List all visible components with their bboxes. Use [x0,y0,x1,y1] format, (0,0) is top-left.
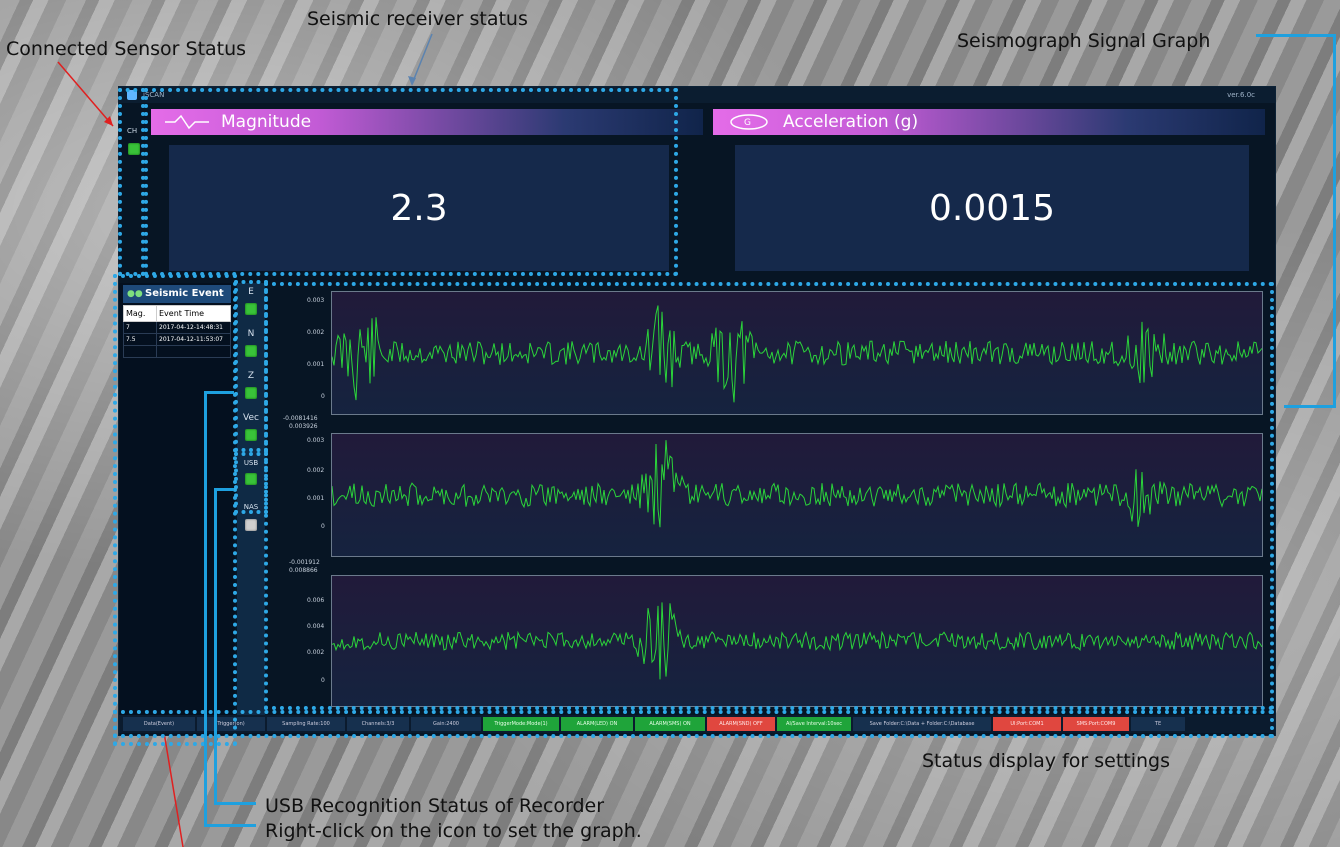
highlight-receiver-status [144,88,678,276]
acceleration-value: 0.0015 [735,145,1249,271]
usb-callout-vertical-1 [204,391,207,827]
window-version: ver.6.0c [1227,91,1255,99]
usb-callout-bottom-2 [214,802,256,805]
highlight-status-bar [113,710,1274,738]
nas-status-led[interactable] [245,519,257,531]
highlight-sensor-status [118,88,145,276]
gauge-icon: G [730,114,768,130]
usb-callout-top-1 [204,391,234,394]
acceleration-header: G Acceleration (g) [713,109,1265,135]
bracket-signal-graph-side [1333,34,1336,408]
highlight-channel-leds [234,280,268,452]
usb-callout-top-2 [214,488,234,491]
highlight-usb-led [234,452,268,514]
acceleration-label: Acceleration (g) [783,112,919,132]
highlight-event-panel [113,274,237,746]
bracket-signal-graph-bottom [1284,405,1336,408]
usb-callout-bottom-1 [204,824,256,827]
bracket-signal-graph-top [1256,34,1336,37]
usb-callout-vertical-2 [214,488,217,804]
svg-text:G: G [744,118,751,128]
highlight-signal-graph [264,282,1274,710]
